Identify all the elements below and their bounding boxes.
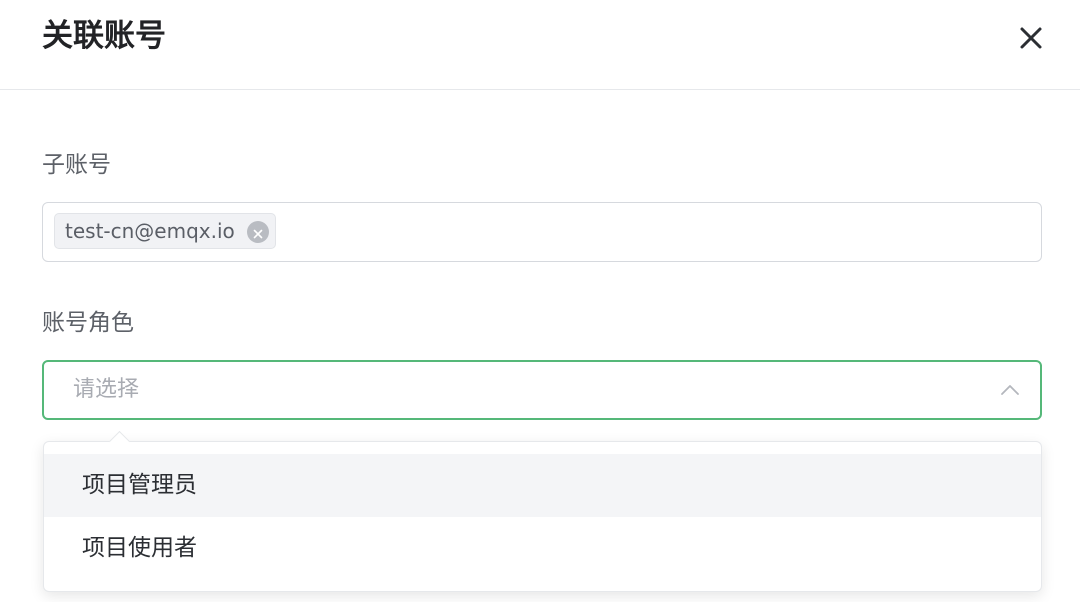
account-role-placeholder: 请选择 bbox=[73, 377, 140, 402]
chevron-up-icon bbox=[1001, 385, 1019, 395]
dropdown-option-project-admin[interactable]: 项目管理员 bbox=[44, 454, 1041, 517]
close-circle-icon bbox=[253, 229, 263, 239]
account-role-dropdown: 项目管理员 项目使用者 bbox=[43, 430, 1042, 592]
dialog-header: 关联账号 bbox=[0, 0, 1080, 90]
dialog-title: 关联账号 bbox=[42, 18, 166, 54]
link-account-dialog: 关联账号 子账号 test-cn@emqx.io 账号角色 请选择 项目管理员 … bbox=[0, 0, 1080, 602]
selected-tag-text: test-cn@emqx.io bbox=[65, 219, 235, 243]
close-icon bbox=[1020, 27, 1042, 49]
account-role-select[interactable]: 请选择 bbox=[42, 360, 1042, 420]
close-button[interactable] bbox=[1013, 20, 1049, 56]
tag-remove-button[interactable] bbox=[246, 221, 269, 243]
sub-account-label: 子账号 bbox=[42, 152, 111, 178]
dropdown-option-project-user[interactable]: 项目使用者 bbox=[44, 517, 1041, 580]
selected-tag: test-cn@emqx.io bbox=[54, 213, 276, 249]
dropdown-caret bbox=[108, 430, 131, 453]
account-role-label: 账号角色 bbox=[42, 310, 134, 336]
sub-account-select[interactable]: test-cn@emqx.io bbox=[42, 202, 1042, 262]
